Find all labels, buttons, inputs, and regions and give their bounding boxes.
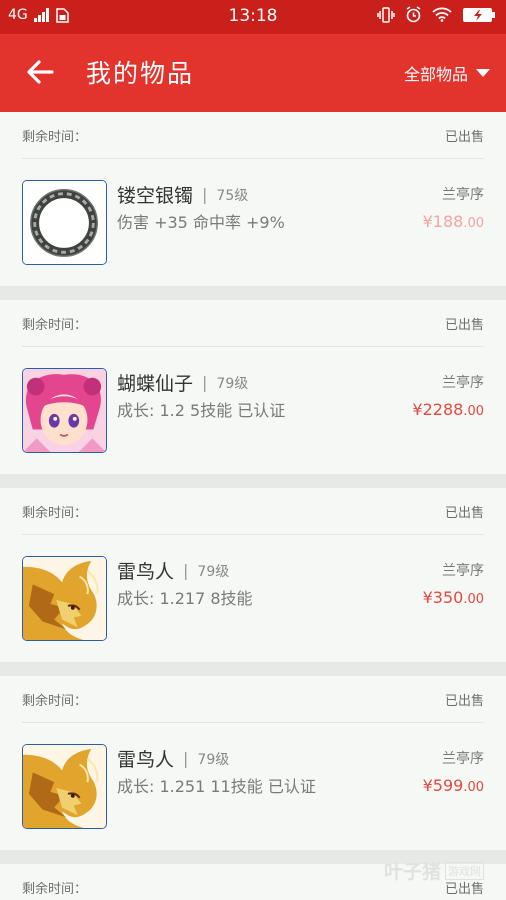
price-amount: ¥2288: [412, 400, 464, 419]
remaining-time-label: 剩余时间：: [22, 882, 88, 897]
remaining-time-label: 剩余时间：: [22, 318, 88, 333]
price-decimal: .00: [463, 404, 484, 419]
list-item[interactable]: 剩余时间： 已出售 镂空银镯 | 75级 伤害 +35 命中率 +9% 兰亭序 …: [0, 112, 506, 286]
thunderbird-image: [22, 744, 107, 829]
watermark-text: 叶子猪: [383, 861, 441, 883]
price-decimal: .00: [463, 592, 484, 607]
seller-name: 兰亭序: [442, 375, 484, 391]
item-attributes: 成长: 1.251 11技能 已认证: [117, 777, 316, 796]
item-name-line: 蝴蝶仙子 | 79级: [117, 369, 248, 396]
list-item[interactable]: 剩余时间： 已出售 雷鸟人 | 79级 成长: 1.217 8技能 兰亭序 ¥3…: [0, 488, 506, 662]
divider: |: [202, 185, 208, 204]
price-amount: ¥188: [422, 212, 464, 231]
thunderbird-image: [22, 556, 107, 641]
vibrate-icon: [377, 6, 395, 23]
seller-name: 兰亭序: [442, 187, 484, 203]
item-level: 79级: [216, 375, 249, 392]
page-title: 我的物品: [86, 59, 195, 88]
item-attributes: 成长: 1.2 5技能 已认证: [117, 401, 286, 420]
item-name: 雷鸟人: [117, 749, 175, 771]
card-header: 剩余时间： 已出售: [22, 488, 484, 535]
item-level: 79级: [197, 563, 230, 580]
status-label: 已出售: [444, 506, 484, 521]
item-name: 镂空银镯: [117, 185, 194, 207]
list-item[interactable]: 剩余时间： 已出售 雷鸟人 | 79级 成长: 1.251 11技能 已认证 兰…: [0, 676, 506, 850]
watermark-box: 游戏网: [445, 861, 484, 880]
divider: |: [202, 373, 208, 392]
item-attributes: 成长: 1.217 8技能: [117, 589, 253, 608]
app-bar: 我的物品 全部物品: [0, 34, 506, 112]
card-header: 剩余时间： 已出售: [22, 112, 484, 159]
item-name-line: 雷鸟人 | 79级: [117, 745, 229, 772]
item-name: 蝴蝶仙子: [117, 373, 194, 395]
card-header: 剩余时间： 已出售: [22, 676, 484, 723]
wifi-icon: [432, 7, 452, 22]
seller-name: 兰亭序: [442, 563, 484, 579]
remaining-time-label: 剩余时间：: [22, 130, 88, 145]
status-icons: [377, 6, 496, 23]
filter-dropdown[interactable]: 全部物品: [404, 61, 490, 85]
card-header: 剩余时间： 已出售: [22, 300, 484, 347]
divider: |: [183, 561, 189, 580]
watermark-logo: 叶子猪 游戏网: [384, 857, 484, 884]
item-attributes: 伤害 +35 命中率 +9%: [117, 213, 285, 232]
status-bar: 4G 13:18: [0, 0, 506, 34]
item-name-line: 雷鸟人 | 79级: [117, 557, 229, 584]
filter-label: 全部物品: [403, 65, 468, 84]
alarm-icon: [406, 6, 421, 23]
bracelet-image: [22, 180, 107, 265]
caret-down-icon: [476, 69, 490, 77]
butterfly-fairy-image: [22, 368, 107, 453]
price-decimal: .00: [463, 216, 484, 231]
item-name-line: 镂空银镯 | 75级: [117, 181, 248, 208]
remaining-time-label: 剩余时间：: [22, 506, 88, 521]
price: ¥350.00: [423, 588, 484, 607]
divider: |: [183, 749, 189, 768]
status-label: 已出售: [444, 130, 484, 145]
battery-icon: [463, 7, 495, 22]
status-label: 已出售: [444, 318, 484, 333]
price: ¥188.00: [423, 212, 484, 231]
status-label: 已出售: [444, 694, 484, 709]
price-amount: ¥350: [422, 588, 464, 607]
list-item[interactable]: 剩余时间： 已出售 蝴蝶仙子 | 79级 成长: 1.2 5技能 已认证 兰亭序…: [0, 300, 506, 474]
arrow-left-icon[interactable]: [22, 54, 58, 90]
price-decimal: .00: [463, 780, 484, 795]
item-name: 雷鸟人: [117, 561, 175, 583]
price: ¥2288.00: [412, 400, 484, 419]
price-amount: ¥599: [422, 776, 464, 795]
item-level: 75级: [216, 187, 249, 204]
item-level: 79级: [197, 751, 230, 768]
seller-name: 兰亭序: [442, 751, 484, 767]
price: ¥599.00: [423, 776, 484, 795]
remaining-time-label: 剩余时间：: [22, 694, 88, 709]
